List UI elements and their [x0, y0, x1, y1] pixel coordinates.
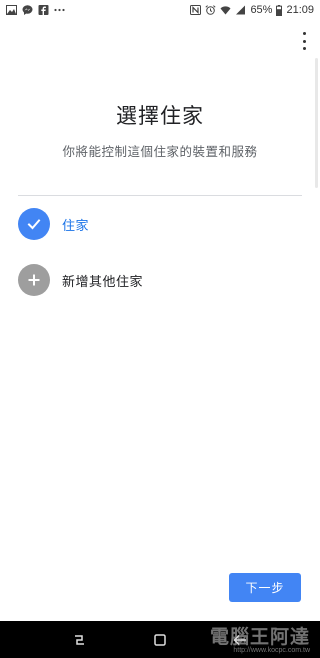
signal-icon — [236, 5, 246, 15]
check-icon — [27, 219, 41, 230]
menu-dot — [302, 32, 306, 35]
watermark-logo: 電腦王阿達 http://www.kocpc.com.tw — [151, 618, 316, 658]
clock: 21:09 — [286, 4, 314, 16]
menu-dot — [302, 39, 306, 43]
more-notifications-icon — [54, 8, 65, 12]
status-bar-system: 65% 21:09 — [190, 4, 314, 16]
gallery-icon — [6, 5, 17, 15]
watermark-text: 電腦王阿達 — [209, 626, 310, 648]
status-bar-notifications — [6, 5, 65, 15]
facebook-icon — [38, 5, 49, 15]
battery-icon — [276, 4, 283, 16]
home-selected-circle — [18, 208, 50, 240]
nfc-icon — [190, 5, 202, 15]
page-subtitle: 你將能控制這個住家的裝置和服務 — [62, 144, 258, 159]
recent-apps-button[interactable] — [65, 625, 95, 655]
status-bar: 65% 21:09 — [0, 0, 320, 20]
menu-dot — [302, 47, 306, 50]
messenger-icon — [22, 5, 33, 15]
add-home-circle — [18, 264, 50, 296]
next-button[interactable]: 下一步 — [229, 573, 301, 602]
plus-icon — [28, 274, 40, 286]
watermark-url: http://www.kocpc.com.tw — [233, 647, 310, 654]
battery-percent: 65% — [250, 4, 273, 16]
add-home-label: 新增其他住家 — [62, 274, 144, 290]
add-home-option[interactable]: 新增其他住家 — [18, 263, 302, 297]
divider — [18, 195, 302, 196]
overflow-menu-icon[interactable] — [298, 32, 310, 50]
home-option-label: 住家 — [62, 218, 90, 234]
recent-apps-icon — [75, 634, 84, 645]
home-option-home[interactable]: 住家 — [18, 207, 302, 241]
page-title: 選擇住家 — [116, 104, 204, 128]
wifi-icon — [220, 6, 231, 15]
alarm-icon — [205, 5, 216, 15]
